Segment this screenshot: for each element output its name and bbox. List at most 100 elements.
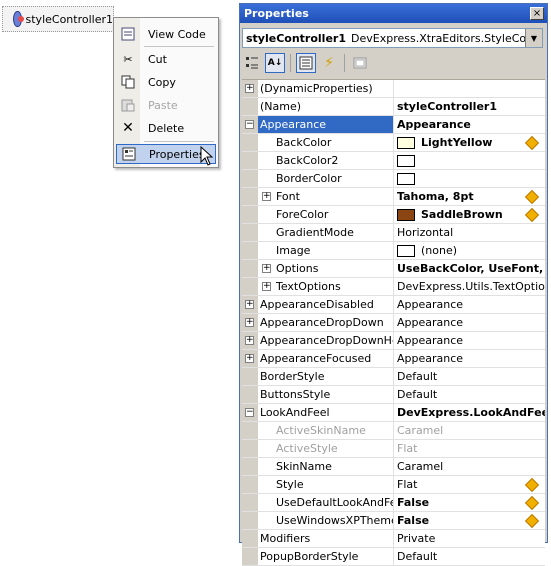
property-name[interactable]: AppearanceDisabled [258,296,394,313]
property-name[interactable]: + TextOptions [258,278,394,295]
property-value[interactable]: Appearance [394,296,545,313]
property-name[interactable]: AppearanceDropDownHeac [258,332,394,349]
property-value[interactable]: Horizontal [394,224,545,241]
property-name[interactable]: BackColor [258,134,394,151]
property-row[interactable]: ActiveStyle Flat [242,440,545,458]
menu-item-paste[interactable]: Paste [116,95,216,115]
collapse-icon[interactable]: − [245,120,254,129]
property-name[interactable]: BorderColor [258,170,394,187]
property-name[interactable]: ButtonsStyle [258,386,394,403]
expand-icon[interactable]: + [245,84,254,93]
property-name[interactable]: + Font [258,188,394,205]
property-value[interactable]: Private [394,530,545,547]
property-value[interactable]: DevExpress.Utils.TextOptions [394,278,545,295]
object-selector[interactable]: styleController1 DevExpress.XtraEditors.… [242,28,543,48]
property-name[interactable]: ForeColor [258,206,394,223]
property-pages-icon[interactable] [350,53,370,73]
property-row[interactable]: BorderStyle Default [242,368,545,386]
property-name[interactable]: BorderStyle [258,368,394,385]
property-value[interactable]: UseBackColor, UseFont, Us [394,260,545,277]
property-name[interactable]: Appearance [258,116,394,133]
property-name[interactable]: LookAndFeel [258,404,394,421]
property-value[interactable]: Appearance [394,116,545,133]
property-row[interactable]: − Appearance Appearance [242,116,545,134]
property-row[interactable]: +OptionsUseBackColor, UseFont, Us [242,260,545,278]
menu-item-delete[interactable]: ✕ Delete [116,118,216,138]
categorized-icon[interactable] [242,53,262,73]
property-row[interactable]: + AppearanceFocused Appearance [242,350,545,368]
property-value[interactable]: Caramel [394,422,545,439]
property-value[interactable]: LightYellow [394,134,545,151]
property-value[interactable]: False [394,494,545,511]
property-name[interactable]: AppearanceFocused [258,350,394,367]
property-row[interactable]: Style Flat [242,476,545,494]
property-name[interactable]: UseDefaultLookAndFeel [258,494,394,511]
property-row[interactable]: BorderColor [242,170,545,188]
property-row[interactable]: −LookAndFeelDevExpress.LookAndFeel.U [242,404,545,422]
property-value[interactable] [394,152,545,169]
property-name[interactable]: GradientMode [258,224,394,241]
expand-icon[interactable]: + [245,300,254,309]
menu-item-copy[interactable]: Copy [116,72,216,92]
property-row[interactable]: PopupBorderStyle Default [242,548,545,566]
expand-icon[interactable]: + [245,318,254,327]
property-name[interactable]: UseWindowsXPTheme [258,512,394,529]
alphabetical-icon[interactable]: A↓ [265,53,285,73]
property-row[interactable]: SkinName Caramel [242,458,545,476]
property-row[interactable]: GradientMode Horizontal [242,224,545,242]
property-value[interactable] [394,80,545,97]
properties-icon[interactable] [296,53,316,73]
property-value[interactable]: DevExpress.LookAndFeel.U [394,404,545,421]
property-row[interactable]: UseDefaultLookAndFeel False [242,494,545,512]
property-value[interactable]: Default [394,548,545,565]
chevron-down-icon[interactable]: ▼ [525,29,542,47]
property-value[interactable]: Flat [394,476,545,493]
property-name[interactable]: ActiveStyle [258,440,394,457]
property-value[interactable]: (none) [394,242,545,259]
expand-icon[interactable]: + [262,264,271,273]
property-row[interactable]: ActiveSkinName Caramel [242,422,545,440]
property-name[interactable]: Style [258,476,394,493]
property-value[interactable]: Caramel [394,458,545,475]
property-value[interactable]: Tahoma, 8pt [394,188,545,205]
expand-icon[interactable]: + [245,336,254,345]
property-row[interactable]: ButtonsStyle Default [242,386,545,404]
expand-icon[interactable]: + [262,192,271,201]
property-value[interactable]: Appearance [394,350,545,367]
property-value[interactable]: Default [394,386,545,403]
collapse-icon[interactable]: − [245,408,254,417]
property-name[interactable]: (DynamicProperties) [258,80,394,97]
menu-item-cut[interactable]: ✂ Cut [116,49,216,69]
property-row[interactable]: + (DynamicProperties) [242,80,545,98]
property-value[interactable]: Flat [394,440,545,457]
property-value[interactable]: Appearance [394,314,545,331]
close-button[interactable]: × [530,7,544,20]
property-value[interactable]: SaddleBrown [394,206,545,223]
property-row[interactable]: + Font Tahoma, 8pt [242,188,545,206]
property-value[interactable]: styleController1 [394,98,545,115]
property-value[interactable]: Default [394,368,545,385]
component-tray-item[interactable]: styleController1 [2,6,114,32]
property-row[interactable]: + TextOptions DevExpress.Utils.TextOptions [242,278,545,296]
expand-icon[interactable]: + [262,282,271,291]
property-row[interactable]: UseWindowsXPTheme False [242,512,545,530]
property-name[interactable]: PopupBorderStyle [258,548,394,565]
property-value[interactable] [394,170,545,187]
property-row[interactable]: Image (none) [242,242,545,260]
property-row[interactable]: (Name) styleController1 [242,98,545,116]
events-icon[interactable]: ⚡ [319,53,339,73]
property-value[interactable]: Appearance [394,332,545,349]
property-row[interactable]: Modifiers Private [242,530,545,548]
property-row[interactable]: + AppearanceDropDownHeacAppearance [242,332,545,350]
property-name[interactable]: + Options [258,260,394,277]
property-name[interactable]: ActiveSkinName [258,422,394,439]
property-name[interactable]: AppearanceDropDown [258,314,394,331]
property-row[interactable]: BackColor2 [242,152,545,170]
property-row[interactable]: BackColor LightYellow [242,134,545,152]
property-row[interactable]: + AppearanceDisabled Appearance [242,296,545,314]
expand-icon[interactable]: + [245,354,254,363]
menu-item-view-code[interactable]: View Code [116,24,216,44]
property-row[interactable]: + AppearanceDropDown Appearance [242,314,545,332]
property-row[interactable]: ForeColor SaddleBrown [242,206,545,224]
property-name[interactable]: (Name) [258,98,394,115]
